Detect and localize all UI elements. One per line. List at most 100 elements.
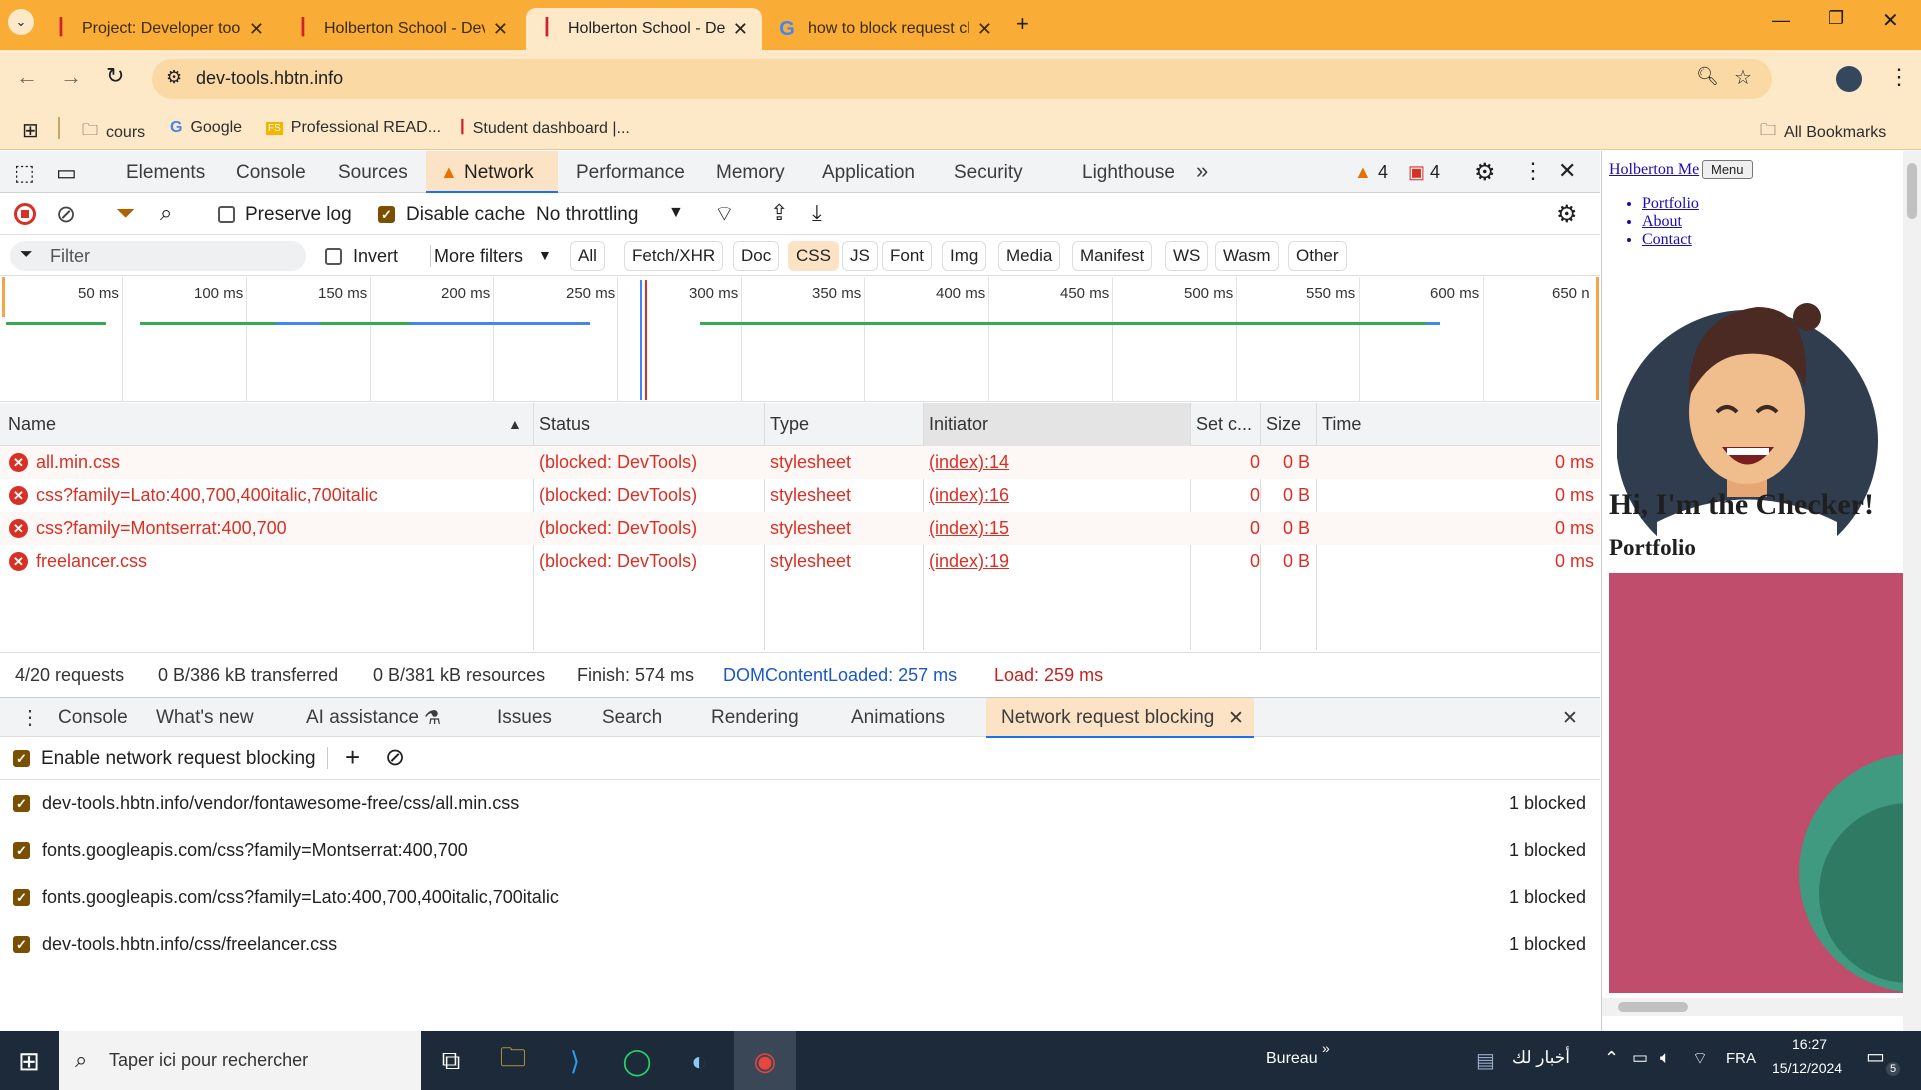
reload-icon[interactable]: ↻ xyxy=(106,63,124,89)
bookmark-professional[interactable]: FS Professional READ... xyxy=(266,119,441,137)
request-initiator-link[interactable]: (index):19 xyxy=(929,551,1009,572)
request-initiator-link[interactable]: (index):15 xyxy=(929,518,1009,539)
filter-fetch-xhr[interactable]: Fetch/XHR xyxy=(624,241,724,271)
clock-date[interactable]: 15/12/2024 xyxy=(1772,1060,1842,1076)
all-bookmarks[interactable]: 🗀 All Bookmarks xyxy=(1760,119,1886,146)
more-tabs-icon[interactable]: » xyxy=(1196,158,1208,184)
file-explorer-icon[interactable]: 🗀 xyxy=(494,1042,532,1080)
enable-blocking-checkbox[interactable]: ✓ xyxy=(13,750,30,767)
tab-console[interactable]: Console xyxy=(236,162,306,184)
enable-blocking-label[interactable]: Enable network request blocking xyxy=(41,748,316,770)
preserve-log-label[interactable]: Preserve log xyxy=(245,204,352,226)
scroll-thumb[interactable] xyxy=(1907,163,1917,219)
nav-contact[interactable]: Contact xyxy=(1642,231,1699,249)
site-info-icon[interactable]: ⚙ xyxy=(166,67,182,88)
close-tab-icon[interactable]: ✕ xyxy=(493,19,508,40)
timeline-overview-handle[interactable] xyxy=(2,277,5,317)
apps-grid-icon[interactable]: ⊞ xyxy=(22,118,39,143)
bookmark-cours[interactable]: 🗀 cours xyxy=(82,119,145,146)
error-count-icon[interactable]: ▣ xyxy=(1408,162,1425,183)
tab-elements[interactable]: Elements xyxy=(126,162,205,184)
notification-count[interactable]: 5 xyxy=(1886,1062,1900,1076)
request-initiator-link[interactable]: (index):16 xyxy=(929,485,1009,506)
column-type[interactable]: Type xyxy=(770,414,809,435)
throttling-select[interactable]: No throttling xyxy=(536,204,638,226)
paint-icon[interactable]: ◐ xyxy=(680,1042,718,1080)
invert-label[interactable]: Invert xyxy=(353,246,398,267)
profile-avatar[interactable] xyxy=(1836,66,1862,92)
pattern-url[interactable]: dev-tools.hbtn.info/css/freelancer.css xyxy=(42,934,337,955)
bookmark-google[interactable]: G Google xyxy=(170,119,242,137)
pattern-enabled-checkbox[interactable]: ✓ xyxy=(13,795,30,812)
drawer-tab-animations[interactable]: Animations xyxy=(851,707,945,729)
pattern-url[interactable]: fonts.googleapis.com/css?family=Lato:400… xyxy=(42,887,559,908)
column-time[interactable]: Time xyxy=(1322,414,1361,435)
disable-cache-label[interactable]: Disable cache xyxy=(406,204,525,226)
filter-all[interactable]: All xyxy=(570,241,605,271)
chrome-icon[interactable]: ◉ xyxy=(746,1042,784,1080)
forward-icon[interactable]: → xyxy=(60,64,82,90)
request-name[interactable]: css?family=Montserrat:400,700 xyxy=(36,518,287,539)
pattern-enabled-checkbox[interactable]: ✓ xyxy=(13,889,30,906)
sort-ascending-icon[interactable]: ▲ xyxy=(508,416,522,432)
pattern-enabled-checkbox[interactable]: ✓ xyxy=(13,936,30,953)
tab-sources[interactable]: Sources xyxy=(338,162,408,184)
nav-portfolio[interactable]: Portfolio xyxy=(1642,195,1699,213)
column-set-cookies[interactable]: Set c... xyxy=(1196,414,1252,435)
filter-font[interactable]: Font xyxy=(882,241,933,271)
device-toolbar-icon[interactable]: ▭ xyxy=(56,160,77,186)
news-widget-icon[interactable]: ▤ xyxy=(1476,1048,1495,1073)
drawer-tab-ai-assistance[interactable]: AI assistance xyxy=(306,707,419,729)
request-name[interactable]: freelancer.css xyxy=(36,551,147,572)
search-icon[interactable]: ⌕ xyxy=(160,200,172,226)
devtools-menu-icon[interactable]: ⋮ xyxy=(1522,158,1544,184)
pattern-url[interactable]: fonts.googleapis.com/css?family=Montserr… xyxy=(42,840,468,861)
chevron-right-icon[interactable]: » xyxy=(1322,1040,1330,1056)
clear-icon[interactable]: ⊘ xyxy=(56,200,76,229)
filter-media[interactable]: Media xyxy=(998,241,1061,271)
add-pattern-icon[interactable]: + xyxy=(345,742,360,773)
filter-other[interactable]: Other xyxy=(1288,241,1347,271)
vertical-scrollbar[interactable] xyxy=(1903,151,1921,1031)
tab-memory[interactable]: Memory xyxy=(716,162,785,184)
export-har-icon[interactable]: ⤓ xyxy=(812,200,822,226)
desktop-label[interactable]: Bureau xyxy=(1266,1050,1318,1068)
language-indicator[interactable]: FRA xyxy=(1726,1050,1756,1067)
zoom-icon[interactable]: 🔍︎ xyxy=(1696,66,1719,87)
vscode-icon[interactable]: ⟩ xyxy=(556,1042,594,1080)
filter-js[interactable]: JS xyxy=(842,241,878,271)
drawer-tab-whats-new[interactable]: What's new xyxy=(156,707,254,729)
tab-network-label[interactable]: Network xyxy=(464,162,534,184)
filter-img[interactable]: Img xyxy=(942,241,987,271)
drawer-menu-icon[interactable]: ⋮ xyxy=(20,705,40,730)
devtools-settings-icon[interactable]: ⚙ xyxy=(1474,158,1496,187)
minimize-icon[interactable]: — xyxy=(1772,10,1790,31)
scroll-thumb[interactable] xyxy=(1618,1002,1688,1012)
notifications-icon[interactable]: ▭ xyxy=(1866,1044,1885,1069)
pattern-url[interactable]: dev-tools.hbtn.info/vendor/fontawesome-f… xyxy=(42,793,519,814)
close-drawer-icon[interactable]: ✕ xyxy=(1562,707,1578,730)
news-label[interactable]: أخبار لك xyxy=(1512,1048,1570,1068)
table-row[interactable]: ✕ css?family=Lato:400,700,400italic,700it… xyxy=(0,479,1600,512)
bookmark-star-icon[interactable]: ☆ xyxy=(1734,65,1752,90)
chevron-up-icon[interactable]: ⌃ xyxy=(1604,1048,1619,1069)
windows-start-icon[interactable]: ⊞ xyxy=(10,1042,48,1080)
close-tab-icon[interactable]: ✕ xyxy=(977,19,992,40)
drawer-tab-console[interactable]: Console xyxy=(58,707,128,729)
filter-placeholder[interactable]: Filter xyxy=(50,246,90,267)
request-name[interactable]: css?family=Lato:400,700,400italic,700ita… xyxy=(36,485,378,506)
browser-tab[interactable]: ꟾ Project: Developer tools | Holbe ✕ xyxy=(40,8,278,50)
chevron-down-icon[interactable]: ▼ xyxy=(538,247,552,263)
volume-icon[interactable]: 🔈︎ xyxy=(1660,1048,1670,1068)
filter-doc[interactable]: Doc xyxy=(733,241,780,271)
timeline-overview-handle[interactable] xyxy=(1596,277,1599,400)
browser-tab[interactable]: ꟾ Holberton School - Developer t ✕ xyxy=(282,8,522,50)
column-size[interactable]: Size xyxy=(1266,414,1301,435)
close-tab-icon[interactable]: ✕ xyxy=(249,19,264,40)
import-har-icon[interactable]: ⇪ xyxy=(770,200,788,226)
drawer-tab-search[interactable]: Search xyxy=(602,707,662,729)
blocked-pattern-item[interactable]: ✓ fonts.googleapis.com/css?family=Lato:40… xyxy=(0,875,1600,921)
network-conditions-icon[interactable]: ⌔ xyxy=(714,200,735,228)
request-name[interactable]: all.min.css xyxy=(36,452,120,473)
search-placeholder[interactable]: Taper ici pour rechercher xyxy=(109,1050,308,1071)
